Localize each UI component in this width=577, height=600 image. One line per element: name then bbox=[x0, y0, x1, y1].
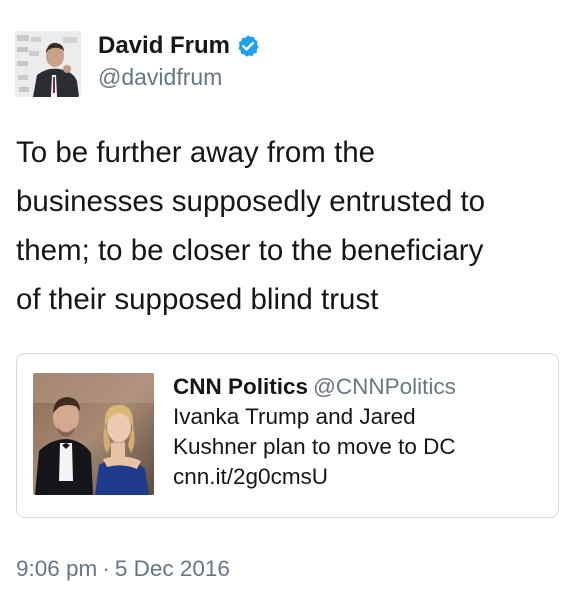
tweet-text-line: of their supposed blind trust bbox=[16, 283, 379, 316]
quoted-tweet-text: Ivanka Trump and Jared Kushner plan to m… bbox=[173, 402, 553, 492]
tweet-date: 5 Dec 2016 bbox=[114, 556, 230, 581]
avatar-photo-icon bbox=[15, 31, 81, 97]
tweet-text-line: businesses supposedly entrusted to bbox=[16, 185, 486, 218]
tweet-text-line: them; to be closer to the beneficiary bbox=[16, 234, 484, 267]
couple-photo-icon bbox=[33, 373, 154, 495]
quoted-tweet-image bbox=[33, 373, 154, 495]
author-name-row: David Frum bbox=[98, 30, 260, 62]
author-display-name[interactable]: David Frum bbox=[98, 32, 230, 60]
author-avatar[interactable] bbox=[15, 31, 81, 97]
quoted-author-handle[interactable]: @CNNPolitics bbox=[313, 374, 456, 399]
author-handle[interactable]: @davidfrum bbox=[98, 64, 222, 91]
verified-badge-icon bbox=[236, 34, 260, 58]
quoted-text-line: Ivanka Trump and Jared bbox=[173, 404, 416, 429]
timestamp-separator: · bbox=[102, 556, 110, 581]
tweet-time: 9:06 pm bbox=[16, 556, 98, 581]
tweet-text: To be further away from the businesses s… bbox=[16, 128, 566, 324]
quoted-author-name[interactable]: CNN Politics bbox=[173, 374, 308, 399]
tweet: David Frum @davidfrum To be further away… bbox=[0, 0, 577, 600]
quoted-link[interactable]: cnn.it/2g0cmsU bbox=[173, 462, 553, 492]
tweet-timestamp[interactable]: 9:06 pm · 5 Dec 2016 bbox=[16, 556, 230, 582]
quoted-tweet-header: CNN Politics @CNNPolitics bbox=[173, 372, 553, 402]
tweet-text-line: To be further away from the bbox=[16, 136, 376, 169]
quoted-tweet-card[interactable]: CNN Politics @CNNPolitics Ivanka Trump an… bbox=[16, 353, 559, 518]
quoted-text-line: Kushner plan to move to DC bbox=[173, 434, 456, 459]
quoted-tweet-body: CNN Politics @CNNPolitics Ivanka Trump an… bbox=[173, 372, 553, 492]
